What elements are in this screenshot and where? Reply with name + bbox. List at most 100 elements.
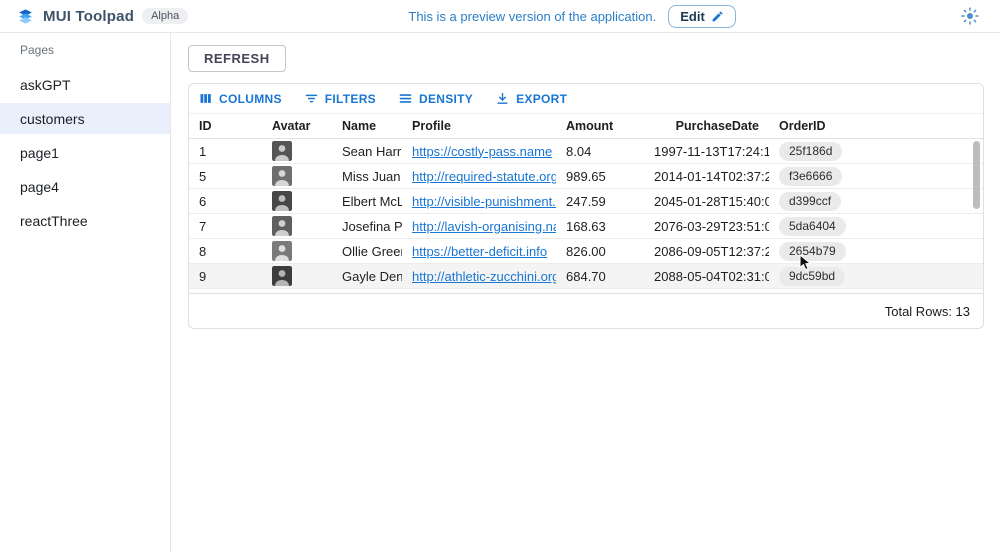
cell-avatar (262, 191, 332, 211)
avatar (272, 266, 292, 286)
density-icon (398, 91, 413, 106)
avatar (272, 216, 292, 236)
table-row[interactable]: 5 Miss Juan … http://required-statute.or… (189, 164, 983, 189)
preview-banner-text: This is a preview version of the applica… (408, 9, 656, 24)
orderid-chip[interactable]: 9dc59bd (779, 267, 845, 286)
sidebar-item-customers[interactable]: customers (0, 103, 170, 134)
cell-profile: http://required-statute.org (402, 169, 556, 184)
table-row[interactable]: 7 Josefina P… http://lavish-organising.n… (189, 214, 983, 239)
total-rows-label: Total Rows: 13 (885, 304, 970, 319)
profile-link[interactable]: http://required-statute.org (412, 169, 556, 184)
cell-name: Gayle Den… (332, 269, 402, 284)
edit-button-label: Edit (680, 9, 705, 24)
cell-id: 1 (189, 144, 262, 159)
column-header-avatar[interactable]: Avatar (262, 119, 332, 133)
profile-link[interactable]: http://lavish-organising.name (412, 219, 556, 234)
sidebar-item-page1[interactable]: page1 (0, 137, 170, 168)
table-row[interactable]: 6 Elbert McL… http://visible-punishment.… (189, 189, 983, 214)
pencil-icon (711, 10, 724, 23)
alpha-badge: Alpha (142, 8, 188, 24)
cell-purchasedate: 2086-09-05T12:37:27.015Z (644, 244, 769, 259)
cell-name: Josefina P… (332, 219, 402, 234)
avatar (272, 166, 292, 186)
cell-purchasedate: 1997-11-13T17:24:11.769Z (644, 144, 769, 159)
cell-avatar (262, 216, 332, 236)
profile-link[interactable]: https://costly-pass.name (412, 144, 552, 159)
export-button[interactable]: EXPORT (495, 91, 567, 106)
cell-profile: https://costly-pass.name (402, 144, 556, 159)
cell-orderid: 25f186d (769, 142, 889, 161)
cell-profile: http://athletic-zucchini.org (402, 269, 556, 284)
profile-link[interactable]: http://visible-punishment.net (412, 194, 556, 209)
cell-avatar (262, 166, 332, 186)
export-button-label: EXPORT (516, 92, 567, 106)
cell-id: 9 (189, 269, 262, 284)
grid-toolbar: COLUMNS FILTERS DE (189, 84, 983, 113)
cell-amount: 989.65 (556, 169, 644, 184)
sidebar: Pages askGPT customers page1 page4 react… (0, 33, 171, 552)
orderid-chip[interactable]: d399ccf (779, 192, 841, 211)
table-row[interactable]: 9 Gayle Den… http://athletic-zucchini.or… (189, 264, 983, 289)
sidebar-item-askgpt[interactable]: askGPT (0, 69, 170, 100)
cell-purchasedate: 2045-01-28T15:40:06.325Z (644, 194, 769, 209)
cell-id: 7 (189, 219, 262, 234)
columns-icon (198, 91, 213, 106)
cell-amount: 826.00 (556, 244, 644, 259)
cell-id: 8 (189, 244, 262, 259)
density-button[interactable]: DENSITY (398, 91, 473, 106)
profile-link[interactable]: https://better-deficit.info (412, 244, 547, 259)
column-header-amount[interactable]: Amount (556, 119, 644, 133)
orderid-chip[interactable]: f3e6666 (779, 167, 842, 186)
cell-orderid: f3e6666 (769, 167, 889, 186)
cell-id: 5 (189, 169, 262, 184)
filters-button[interactable]: FILTERS (304, 91, 376, 106)
cell-profile: http://visible-punishment.net (402, 194, 556, 209)
column-header-id[interactable]: ID (189, 119, 262, 133)
sidebar-item-page4[interactable]: page4 (0, 171, 170, 202)
cell-orderid: 2654b79 (769, 242, 889, 261)
cell-avatar (262, 141, 332, 161)
export-icon (495, 91, 510, 106)
refresh-button[interactable]: REFRESH (188, 45, 286, 72)
cell-purchasedate: 2014-01-14T02:37:28.536Z (644, 169, 769, 184)
data-grid: COLUMNS FILTERS DE (188, 83, 984, 329)
sidebar-section-label: Pages (0, 43, 170, 57)
edit-button[interactable]: Edit (668, 5, 736, 28)
column-header-orderid[interactable]: OrderID (769, 119, 889, 133)
cell-orderid: d399ccf (769, 192, 889, 211)
app-header: MUI Toolpad Alpha This is a preview vers… (0, 0, 1000, 33)
columns-button[interactable]: COLUMNS (198, 91, 282, 106)
cell-orderid: 5da6404 (769, 217, 889, 236)
density-button-label: DENSITY (419, 92, 473, 106)
orderid-chip[interactable]: 25f186d (779, 142, 842, 161)
orderid-chip[interactable]: 2654b79 (779, 242, 846, 261)
sun-icon (961, 7, 979, 25)
cell-orderid: 9dc59bd (769, 267, 889, 286)
cell-amount: 247.59 (556, 194, 644, 209)
sidebar-item-reactthree[interactable]: reactThree (0, 205, 170, 236)
orderid-chip[interactable]: 5da6404 (779, 217, 846, 236)
table-row[interactable]: 8 Ollie Green… https://better-deficit.in… (189, 239, 983, 264)
cell-profile: http://lavish-organising.name (402, 219, 556, 234)
cell-avatar (262, 241, 332, 261)
theme-toggle-button[interactable] (956, 2, 984, 30)
cell-amount: 684.70 (556, 269, 644, 284)
toolpad-logo-icon (16, 7, 35, 26)
vertical-scrollbar-thumb[interactable] (973, 141, 980, 209)
cell-name: Elbert McL… (332, 194, 402, 209)
avatar (272, 241, 292, 261)
main-content: REFRESH COLUMNS (171, 33, 1000, 552)
cell-avatar (262, 266, 332, 286)
avatar (272, 141, 292, 161)
cell-purchasedate: 2076-03-29T23:51:07.968Z (644, 219, 769, 234)
cell-name: Ollie Green… (332, 244, 402, 259)
profile-link[interactable]: http://athletic-zucchini.org (412, 269, 556, 284)
table-row[interactable]: 1 Sean Harris https://costly-pass.name 8… (189, 139, 983, 164)
app-title: MUI Toolpad (43, 8, 134, 25)
column-header-profile[interactable]: Profile (402, 119, 556, 133)
cell-purchasedate: 2088-05-04T02:31:03.294Z (644, 269, 769, 284)
column-header-purchasedate[interactable]: PurchaseDate (644, 119, 769, 133)
column-header-name[interactable]: Name (332, 119, 402, 133)
grid-header-row: ID Avatar Name Profile Amount PurchaseDa… (189, 113, 983, 139)
filter-icon (304, 91, 319, 106)
